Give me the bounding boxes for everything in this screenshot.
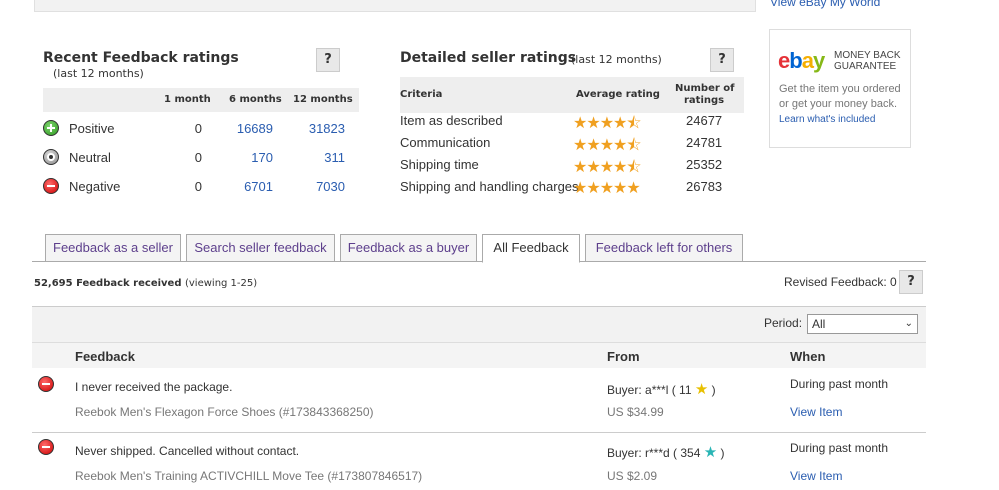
positive-label: Positive	[69, 121, 115, 136]
negative-label: Negative	[69, 179, 121, 194]
criteria-label: Shipping and handling charges	[400, 179, 579, 194]
feedback-comment: Never shipped. Cancelled without contact…	[75, 444, 300, 458]
view-item-link[interactable]: View Item	[790, 469, 842, 483]
period-select[interactable]: All ⌄	[807, 314, 918, 334]
my-world-link[interactable]: View eBay My World	[770, 0, 880, 9]
period-select-value: All	[812, 317, 826, 331]
tab-search-seller-feedback[interactable]: Search seller feedback	[186, 234, 335, 262]
item-price: US $34.99	[607, 405, 664, 419]
mbg-description: Get the item you ordered or get your mon…	[779, 83, 901, 110]
criteria-label: Communication	[400, 135, 491, 150]
neutral-1-month: 0	[194, 150, 202, 165]
tab-feedback-as-seller[interactable]: Feedback as a seller	[45, 234, 181, 262]
col-number-of: Number of	[675, 83, 735, 94]
negative-feedback-icon	[38, 439, 54, 455]
recent-feedback-title: Recent Feedback ratings	[43, 50, 239, 66]
col-feedback: Feedback	[75, 349, 135, 364]
rating-count: 24677	[686, 113, 723, 128]
turquoise-star-icon: ★	[703, 444, 718, 461]
rating-count: 26783	[686, 179, 723, 194]
learn-whats-included-link[interactable]: Learn what's included	[779, 114, 875, 125]
feedback-table-header: Feedback From When	[32, 342, 926, 368]
recent-row-positive: Positive 0 16689 31823	[43, 114, 359, 143]
positive-1-month: 0	[194, 121, 202, 136]
buyer-info: Buyer: r***d ( 354 ★ )	[607, 444, 725, 461]
period-label: Period:	[764, 316, 803, 330]
top-search-bar	[34, 0, 756, 12]
feedback-received-count: 52,695 Feedback received (viewing 1-25)	[34, 278, 258, 289]
feedback-comment: I never received the package.	[75, 380, 233, 394]
detailed-row: Shipping time ★★★★⯪ 25352	[400, 154, 744, 176]
col-criteria: Criteria	[400, 89, 443, 100]
feedback-item-title: Reebok Men's Flexagon Force Shoes (#1738…	[75, 405, 374, 419]
detailed-ratings-header: Criteria Average rating Number of rating…	[400, 77, 744, 113]
col-from: From	[607, 349, 640, 364]
negative-1-month: 0	[194, 179, 202, 194]
item-price: US $2.09	[607, 469, 658, 483]
negative-icon	[43, 178, 59, 194]
money-back-guarantee-box: ebay MONEY BACK GUARANTEE Get the item y…	[769, 29, 911, 148]
view-item-link[interactable]: View Item	[790, 405, 842, 419]
positive-6-months-link[interactable]: 16689	[237, 121, 273, 136]
rating-count: 25352	[686, 157, 723, 172]
tab-feedback-as-buyer[interactable]: Feedback as a buyer	[340, 234, 477, 262]
criteria-label: Shipping time	[400, 157, 479, 172]
detailed-ratings-subtitle: (last 12 months)	[571, 53, 662, 66]
positive-12-months-link[interactable]: 31823	[309, 121, 345, 136]
neutral-icon	[43, 149, 59, 165]
col-average-rating: Average rating	[576, 89, 660, 100]
feedback-when: During past month	[790, 377, 889, 391]
detailed-ratings-title: Detailed seller ratings	[400, 50, 577, 66]
col-ratings: ratings	[684, 95, 725, 106]
table-row: I never received the package. Reebok Men…	[32, 368, 926, 432]
table-row: Never shipped. Cancelled without contact…	[32, 433, 926, 490]
rating-count: 24781	[686, 135, 723, 150]
yellow-star-icon: ★	[694, 381, 709, 398]
chevron-down-icon: ⌄	[904, 318, 913, 329]
col-1-month: 1 month	[164, 94, 211, 105]
detailed-ratings-help-button[interactable]: ?	[710, 48, 734, 72]
detailed-row: Shipping and handling charges ★★★★★ 2678…	[400, 176, 744, 198]
feedback-when: During past month	[790, 441, 889, 455]
tab-feedback-left-for-others[interactable]: Feedback left for others	[585, 234, 743, 262]
neutral-label: Neutral	[69, 150, 111, 165]
col-12-months: 12 months	[293, 94, 353, 105]
recent-feedback-help-button[interactable]: ?	[316, 48, 340, 72]
revised-feedback-help-button[interactable]: ?	[899, 270, 923, 294]
money-back-guarantee-label: MONEY BACK GUARANTEE	[834, 50, 901, 72]
col-when: When	[790, 349, 826, 364]
recent-feedback-header: 1 month 6 months 12 months	[43, 88, 359, 112]
negative-6-months-link[interactable]: 6701	[244, 179, 273, 194]
criteria-label: Item as described	[400, 113, 503, 128]
revised-feedback-count: Revised Feedback: 0	[784, 275, 897, 289]
recent-feedback-subtitle: (last 12 months)	[53, 67, 144, 80]
negative-feedback-icon	[38, 376, 54, 392]
buyer-info: Buyer: a***l ( 11 ★ )	[607, 381, 716, 398]
detailed-row: Item as described ★★★★⯪ 24677	[400, 110, 744, 132]
negative-12-months-link[interactable]: 7030	[316, 179, 345, 194]
recent-row-neutral: Neutral 0 170 311	[43, 143, 359, 172]
ebay-logo: ebay	[778, 48, 825, 73]
feedback-item-title: Reebok Men's Training ACTIVCHILL Move Te…	[75, 469, 423, 483]
detailed-row: Communication ★★★★⯪ 24781	[400, 132, 744, 154]
star-rating-icon: ★★★★★	[573, 178, 641, 197]
recent-row-negative: Negative 0 6701 7030	[43, 172, 359, 201]
col-6-months: 6 months	[229, 94, 282, 105]
tab-all-feedback[interactable]: All Feedback	[482, 234, 580, 263]
neutral-6-months-link[interactable]: 170	[251, 150, 273, 165]
positive-icon	[43, 120, 59, 136]
neutral-12-months-link[interactable]: 311	[324, 150, 345, 165]
